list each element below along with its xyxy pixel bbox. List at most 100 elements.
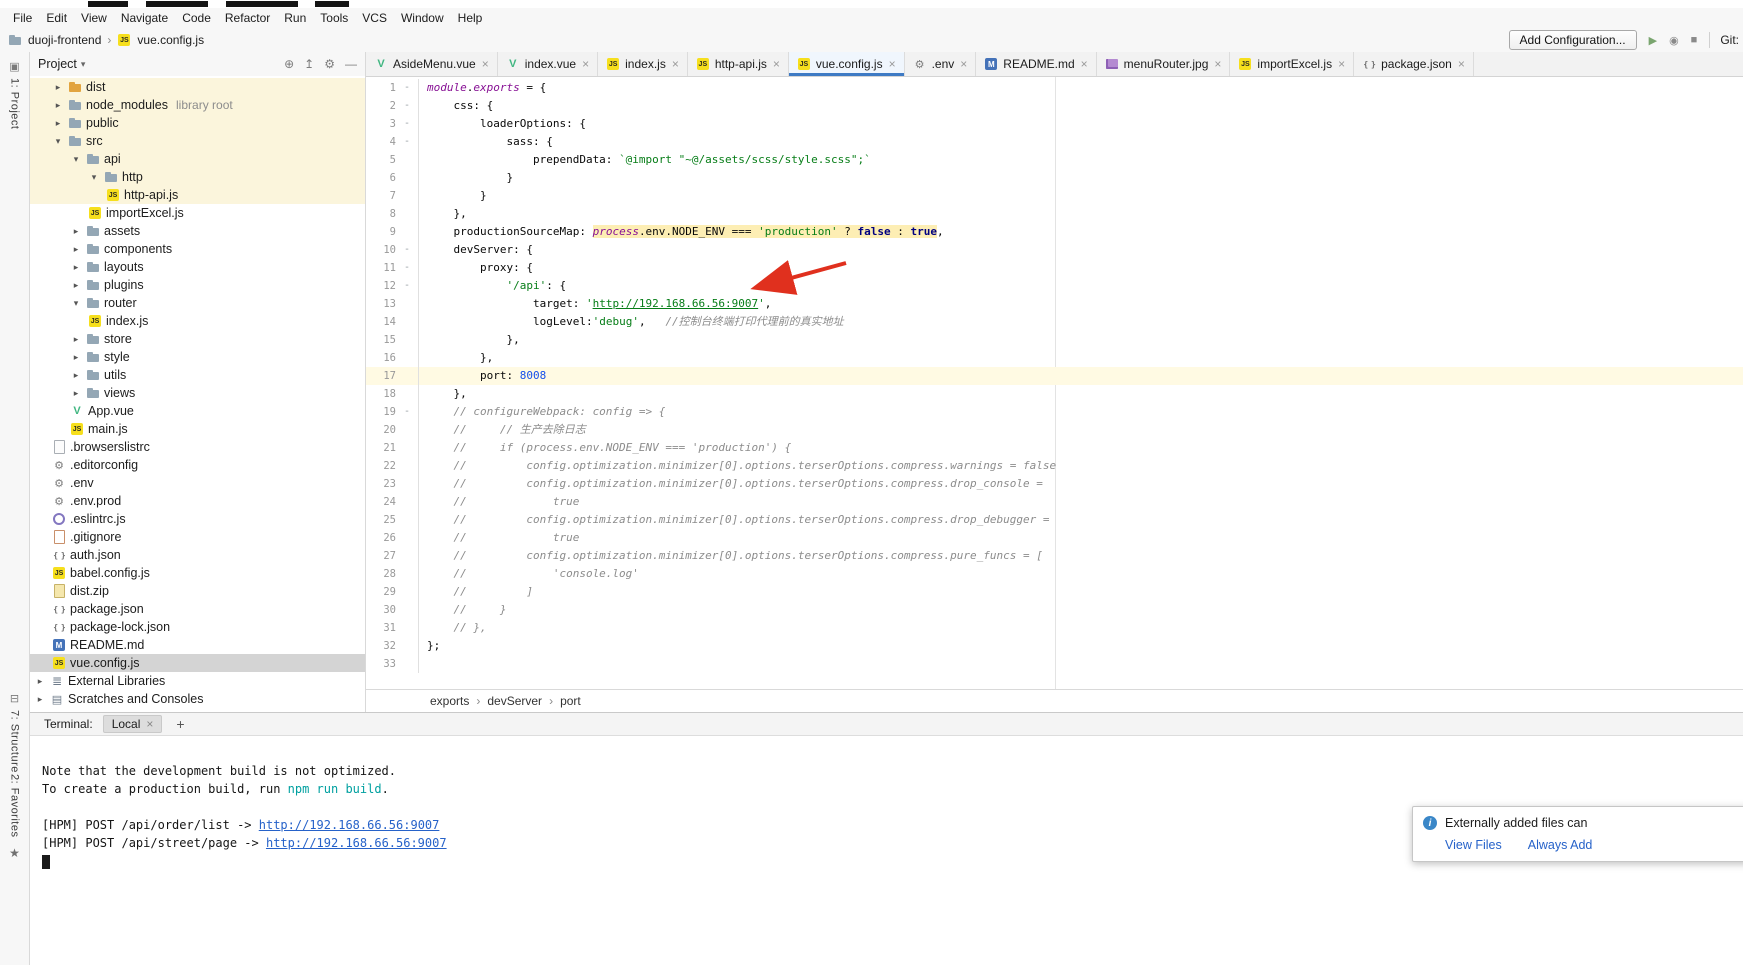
menu-help[interactable]: Help [451, 11, 490, 25]
tree-item-http[interactable]: ▾http [30, 168, 365, 186]
code-line[interactable]: 29 // ] [366, 583, 1743, 601]
fold-icon[interactable]: - [396, 241, 419, 259]
menu-edit[interactable]: Edit [39, 11, 74, 25]
terminal-tab-local[interactable]: Local × [103, 715, 163, 733]
code-line[interactable]: 33 [366, 655, 1743, 673]
tree-item-views[interactable]: ▸views [30, 384, 365, 402]
close-icon[interactable]: × [146, 717, 153, 731]
code-line[interactable]: 11- proxy: { [366, 259, 1743, 277]
code-line[interactable]: 15 }, [366, 331, 1743, 349]
chevron-right-icon[interactable]: ▸ [70, 280, 82, 291]
code-line[interactable]: 23 // config.optimization.minimizer[0].o… [366, 475, 1743, 493]
close-tab-icon[interactable]: × [672, 57, 679, 71]
tree-item-scratches-and-consoles[interactable]: ▸Scratches and Consoles [30, 690, 365, 708]
code-line[interactable]: 30 // } [366, 601, 1743, 619]
code-line[interactable]: 26 // true [366, 529, 1743, 547]
add-configuration-button[interactable]: Add Configuration... [1509, 30, 1637, 50]
tree-item-dist[interactable]: ▸dist [30, 78, 365, 96]
code-line[interactable]: 17 port: 8008 [366, 367, 1743, 385]
notification-action-view-files[interactable]: View Files [1445, 838, 1502, 852]
menu-code[interactable]: Code [175, 11, 218, 25]
tree-item-external-libraries[interactable]: ▸External Libraries [30, 672, 365, 690]
menu-refactor[interactable]: Refactor [218, 11, 277, 25]
chevron-right-icon[interactable]: ▸ [70, 388, 82, 399]
tree-item-app-vue[interactable]: App.vue [30, 402, 365, 420]
editor-tab-index-js[interactable]: index.js× [598, 52, 688, 76]
chevron-down-icon[interactable]: ▾ [88, 172, 100, 183]
tree-item-vue-config-js[interactable]: vue.config.js [30, 654, 365, 672]
fold-icon[interactable]: - [396, 259, 419, 277]
editor-tab-vue-config-js[interactable]: vue.config.js× [789, 52, 905, 76]
code-line[interactable]: 16 }, [366, 349, 1743, 367]
menu-navigate[interactable]: Navigate [114, 11, 175, 25]
tree-item-node-modules[interactable]: ▸node_moduleslibrary root [30, 96, 365, 114]
tree-item-utils[interactable]: ▸utils [30, 366, 365, 384]
close-tab-icon[interactable]: × [889, 57, 896, 71]
menu-run[interactable]: Run [277, 11, 313, 25]
code-line[interactable]: 25 // config.optimization.minimizer[0].o… [366, 511, 1743, 529]
code-line[interactable]: 9 productionSourceMap: process.env.NODE_… [366, 223, 1743, 241]
chevron-right-icon[interactable]: ▸ [70, 370, 82, 381]
chevron-down-icon[interactable]: ▾ [70, 298, 82, 309]
tree-item--browserslistrc[interactable]: .browserslistrc [30, 438, 365, 456]
notification-action-always-add[interactable]: Always Add [1528, 838, 1593, 852]
code-line[interactable]: 10- devServer: { [366, 241, 1743, 259]
fold-icon[interactable]: - [396, 79, 419, 97]
tree-item-api[interactable]: ▾api [30, 150, 365, 168]
terminal-link[interactable]: http://192.168.66.56:9007 [266, 836, 447, 850]
code-line[interactable]: 28 // 'console.log' [366, 565, 1743, 583]
tree-item-src[interactable]: ▾src [30, 132, 365, 150]
code-line[interactable]: 13 target: 'http://192.168.66.56:9007', [366, 295, 1743, 313]
close-tab-icon[interactable]: × [582, 57, 589, 71]
collapse-all-icon[interactable]: ↥ [304, 57, 314, 71]
tree-item-package-json[interactable]: package.json [30, 600, 365, 618]
chevron-down-icon[interactable]: ▾ [52, 136, 64, 147]
toolwindow-button-structure[interactable]: ⊟ 7: Structure [0, 692, 29, 773]
breadcrumb-item[interactable]: devServer [487, 694, 542, 708]
tree-item-style[interactable]: ▸style [30, 348, 365, 366]
tree-item-auth-json[interactable]: auth.json [30, 546, 365, 564]
tree-item-assets[interactable]: ▸assets [30, 222, 365, 240]
chevron-right-icon[interactable]: ▸ [52, 82, 64, 93]
chevron-right-icon[interactable]: ▸ [34, 676, 46, 687]
editor-tab-http-api-js[interactable]: http-api.js× [688, 52, 789, 76]
editor-tab-asidemenu-vue[interactable]: AsideMenu.vue× [366, 52, 498, 76]
code-line[interactable]: 22 // config.optimization.minimizer[0].o… [366, 457, 1743, 475]
fold-icon[interactable]: - [396, 277, 419, 295]
menu-file[interactable]: File [6, 11, 39, 25]
toolwindow-button-project[interactable]: ▣ 1: Project [0, 60, 29, 129]
tree-item-babel-config-js[interactable]: babel.config.js [30, 564, 365, 582]
menu-vcs[interactable]: VCS [355, 11, 394, 25]
close-tab-icon[interactable]: × [1214, 57, 1221, 71]
close-tab-icon[interactable]: × [1081, 57, 1088, 71]
stop-button[interactable]: ■ [1689, 34, 1700, 47]
chevron-down-icon[interactable]: ▾ [70, 154, 82, 165]
code-line[interactable]: 12- '/api': { [366, 277, 1743, 295]
close-tab-icon[interactable]: × [482, 57, 489, 71]
tree-item-readme-md[interactable]: README.md [30, 636, 365, 654]
tree-item-public[interactable]: ▸public [30, 114, 365, 132]
fold-icon[interactable]: - [396, 97, 419, 115]
tree-item--env-prod[interactable]: .env.prod [30, 492, 365, 510]
editor-tab-readme-md[interactable]: README.md× [976, 52, 1096, 76]
editor-tab-importexcel-js[interactable]: importExcel.js× [1230, 52, 1354, 76]
close-tab-icon[interactable]: × [1458, 57, 1465, 71]
chevron-right-icon[interactable]: ▸ [70, 244, 82, 255]
terminal-link[interactable]: http://192.168.66.56:9007 [259, 818, 440, 832]
tree-item--gitignore[interactable]: .gitignore [30, 528, 365, 546]
git-widget[interactable]: Git: [1720, 33, 1739, 47]
chevron-right-icon[interactable]: ▸ [34, 694, 46, 705]
menu-tools[interactable]: Tools [313, 11, 355, 25]
code-line[interactable]: 8 }, [366, 205, 1743, 223]
editor-tab-menurouter-jpg[interactable]: menuRouter.jpg× [1097, 52, 1231, 76]
tree-item-plugins[interactable]: ▸plugins [30, 276, 365, 294]
code-line[interactable]: 4- sass: { [366, 133, 1743, 151]
editor-tab-package-json[interactable]: package.json× [1354, 52, 1474, 76]
breadcrumb-item[interactable]: port [560, 694, 581, 708]
run-button[interactable]: ▶ [1647, 34, 1659, 47]
close-tab-icon[interactable]: × [960, 57, 967, 71]
code-line[interactable]: 5 prependData: `@import "~@/assets/scss/… [366, 151, 1743, 169]
debug-button[interactable]: ◉ [1667, 34, 1681, 47]
tree-item-index-js[interactable]: index.js [30, 312, 365, 330]
breadcrumb-item[interactable]: vue.config.js [137, 33, 204, 47]
